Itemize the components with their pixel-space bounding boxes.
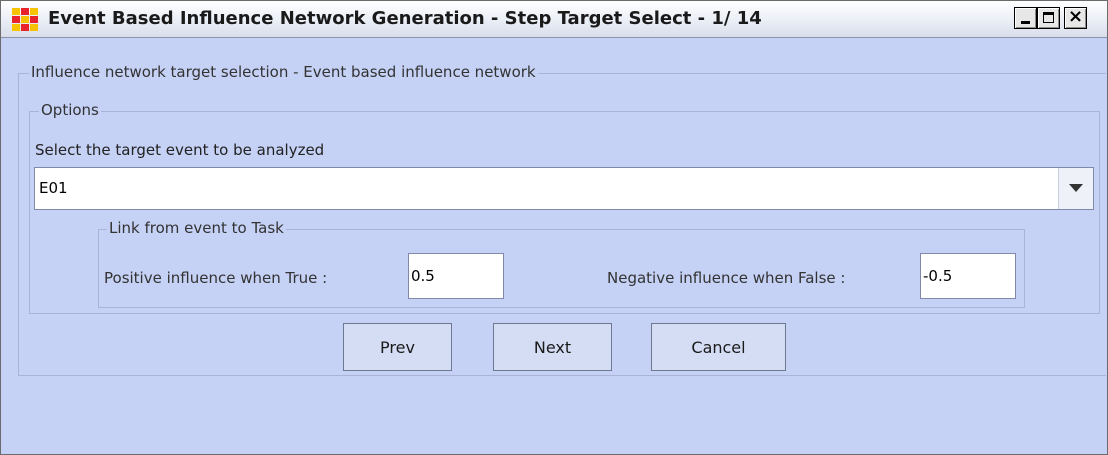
title-bar[interactable]: Event Based Influence Network Generation… — [1, 1, 1107, 38]
chevron-down-icon — [1069, 184, 1083, 192]
positive-influence-input[interactable] — [408, 253, 504, 299]
link-event-task-caption: Link from event to Task — [107, 219, 286, 237]
ora-grid-icon — [12, 8, 38, 31]
close-icon: × — [1068, 6, 1084, 27]
negative-influence-label: Negative influence when False : — [607, 269, 846, 287]
target-selection-caption: Influence network target selection - Eve… — [29, 63, 538, 81]
minimize-button[interactable] — [1014, 7, 1037, 29]
maximize-icon — [1043, 12, 1054, 23]
target-event-value: E01 — [39, 179, 68, 197]
close-button[interactable]: × — [1064, 6, 1087, 29]
window-title: Event Based Influence Network Generation… — [48, 8, 762, 29]
target-event-label: Select the target event to be analyzed — [35, 141, 325, 159]
maximize-button[interactable] — [1037, 7, 1060, 29]
minimize-icon — [1021, 21, 1030, 24]
negative-influence-input[interactable] — [920, 253, 1016, 299]
next-button[interactable]: Next — [493, 323, 612, 371]
wizard-window: Event Based Influence Network Generation… — [0, 0, 1108, 455]
prev-button[interactable]: Prev — [343, 323, 452, 371]
dropdown-button[interactable] — [1058, 168, 1093, 209]
cancel-button[interactable]: Cancel — [651, 323, 786, 371]
target-event-dropdown[interactable]: E01 — [34, 167, 1094, 210]
positive-influence-label: Positive influence when True : — [104, 269, 328, 287]
options-caption: Options — [39, 101, 101, 119]
